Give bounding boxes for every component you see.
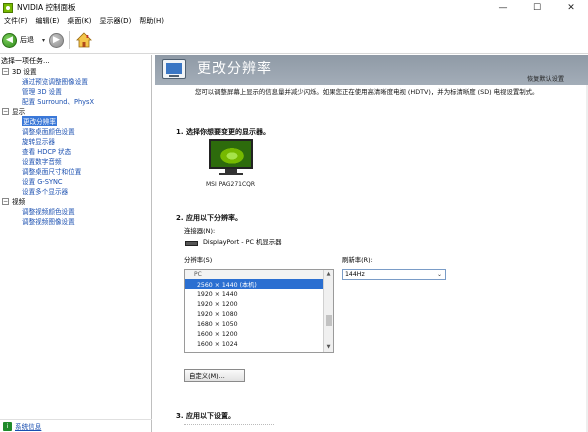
- title-bar: NVIDIA 控制面板 — ☐ ✕: [0, 0, 588, 15]
- resolution-option[interactable]: 1920 × 1440: [185, 289, 333, 299]
- scroll-up-icon[interactable]: ▲: [324, 270, 333, 279]
- resolution-label: 分辨率(S): [184, 256, 213, 264]
- monitor-base: [219, 173, 243, 175]
- customize-button[interactable]: 自定义(M)...: [184, 369, 245, 382]
- monitor-thumbnail[interactable]: [209, 139, 255, 179]
- tree-item-label: 调整视频颜色设置: [22, 208, 75, 216]
- arrow-right-icon: ▶: [53, 35, 60, 45]
- tree-item-label: 配置 Surround、PhysX: [22, 98, 94, 106]
- chevron-down-icon: ⌄: [436, 271, 442, 278]
- menu-help[interactable]: 帮助(H): [135, 16, 168, 26]
- tree-item-desktop-size[interactable]: 调整桌面尺寸和位置: [0, 166, 151, 176]
- section-3-title: 3. 应用以下设置。: [176, 412, 235, 420]
- toolbar-divider: [69, 31, 71, 49]
- tree-item-digital-audio[interactable]: 设置数字音频: [0, 156, 151, 166]
- home-icon: [75, 32, 92, 48]
- scroll-down-icon[interactable]: ▼: [324, 343, 333, 352]
- display-settings-icon: [162, 59, 186, 79]
- content-pane: 更改分辨率 恢复默认设置 您可以调整屏幕上显示的信息量并减少闪烁。如果您正在使用…: [155, 55, 588, 432]
- home-button[interactable]: [75, 32, 92, 49]
- tree-item-label: 调整桌面颜色设置: [22, 128, 75, 136]
- resolution-list-scrollbar[interactable]: ▲ ▼: [323, 270, 333, 352]
- collapse-icon[interactable]: −: [2, 197, 9, 205]
- tree-item-video-image[interactable]: 调整视频图像设置: [0, 216, 151, 226]
- resolution-list[interactable]: PC 2560 × 1440 (本机) 1920 × 1440 1920 × 1…: [184, 269, 334, 353]
- collapse-icon[interactable]: −: [2, 107, 9, 115]
- tree-category-display[interactable]: − 显示: [0, 106, 151, 116]
- tree-category-label: 显示: [12, 108, 26, 116]
- left-pane-footer: i 系统信息: [0, 419, 152, 432]
- displayport-icon: [185, 241, 198, 246]
- resolution-group-header: PC: [185, 270, 333, 279]
- maximize-button[interactable]: ☐: [520, 0, 554, 15]
- resolution-option[interactable]: 1680 × 1050: [185, 319, 333, 329]
- tree-category-label: 视频: [12, 198, 26, 206]
- tree-item-label: 调整桌面尺寸和位置: [22, 168, 82, 176]
- page-title: 更改分辨率: [197, 61, 272, 77]
- menu-file[interactable]: 文件(F): [0, 16, 32, 26]
- tree-item-label: 设置数字音频: [22, 158, 62, 166]
- tree-item-gsync[interactable]: 设置 G-SYNC: [0, 176, 151, 186]
- page-description: 您可以调整屏幕上显示的信息量并减少闪烁。如果您正在使用高清晰度电视 (HDTV)…: [195, 88, 539, 96]
- system-info-icon: i: [3, 421, 12, 431]
- monitor-name: MSI PAG271CQR: [206, 181, 256, 188]
- tree-item-rotate-display[interactable]: 旋转显示器: [0, 136, 151, 146]
- system-info-link[interactable]: 系统信息: [15, 421, 41, 431]
- arrow-left-icon: ◀: [6, 35, 13, 45]
- section-3-content-partial: [184, 424, 274, 432]
- resolution-option[interactable]: 1920 × 1200: [185, 299, 333, 309]
- resolution-option[interactable]: 1600 × 1200: [185, 329, 333, 339]
- restore-defaults-link[interactable]: 恢复默认设置: [527, 74, 564, 83]
- minimize-button[interactable]: —: [486, 0, 520, 15]
- tree-item-label: 调整视频图像设置: [22, 218, 75, 226]
- tree-item-desktop-color[interactable]: 调整桌面颜色设置: [0, 126, 151, 136]
- tree-category-video[interactable]: − 视频: [0, 196, 151, 206]
- tree-item-hdcp-status[interactable]: 查看 HDCP 状态: [0, 146, 151, 156]
- toolbar: ◀ 后退 ▾ ▶: [0, 27, 588, 54]
- tree-item-change-resolution[interactable]: 更改分辨率: [0, 116, 151, 126]
- back-button[interactable]: ◀: [2, 32, 17, 48]
- tree-item-preview-settings[interactable]: 通过预览调整图像设置: [0, 76, 151, 86]
- window-title: NVIDIA 控制面板: [17, 3, 76, 12]
- collapse-icon[interactable]: −: [2, 67, 9, 75]
- section-1-title: 1. 选择你想要变更的显示器。: [176, 128, 270, 136]
- tree-item-label: 查看 HDCP 状态: [22, 148, 72, 156]
- task-pane: 选择一项任务... − 3D 设置 通过预览调整图像设置 管理 3D 设置 配置…: [0, 55, 152, 432]
- refresh-rate-value: 144Hz: [345, 271, 365, 278]
- task-pane-header: 选择一项任务...: [1, 56, 50, 65]
- refresh-rate-label: 刷新率(R):: [342, 256, 373, 264]
- nvidia-display-icon: [209, 139, 253, 169]
- resolution-option[interactable]: 1920 × 1080: [185, 309, 333, 319]
- tree-item-label: 通过预览调整图像设置: [22, 78, 88, 86]
- scroll-thumb[interactable]: [326, 315, 332, 326]
- tree-item-label: 更改分辨率: [22, 116, 57, 126]
- section-2-title: 2. 应用以下分辨率。: [176, 214, 242, 222]
- resolution-option[interactable]: 1600 × 1024: [185, 339, 333, 349]
- back-label[interactable]: 后退: [20, 35, 34, 45]
- tree-item-manage-3d[interactable]: 管理 3D 设置: [0, 86, 151, 96]
- connector-label: 连接器(N):: [184, 227, 216, 235]
- tree-item-label: 设置 G-SYNC: [22, 178, 63, 186]
- task-tree: − 3D 设置 通过预览调整图像设置 管理 3D 设置 配置 Surround、…: [0, 66, 151, 226]
- page-banner: 更改分辨率 恢复默认设置: [155, 55, 588, 85]
- nvidia-logo-icon: [3, 2, 13, 13]
- tree-category-label: 3D 设置: [12, 68, 37, 76]
- tree-item-label: 设置多个显示器: [22, 188, 69, 196]
- tree-item-label: 旋转显示器: [22, 138, 55, 146]
- menu-edit[interactable]: 编辑(E): [32, 16, 64, 26]
- menu-display[interactable]: 显示器(D): [95, 16, 135, 26]
- menu-desktop[interactable]: 桌面(K): [63, 16, 95, 26]
- forward-button[interactable]: ▶: [49, 32, 65, 48]
- resolution-option[interactable]: 2560 × 1440 (本机): [185, 279, 333, 289]
- tree-item-surround-physx[interactable]: 配置 Surround、PhysX: [0, 96, 151, 106]
- connector-value: DisplayPort - PC 机显示器: [203, 238, 282, 246]
- close-button[interactable]: ✕: [554, 0, 588, 15]
- refresh-rate-select[interactable]: 144Hz ⌄: [342, 269, 446, 280]
- tree-item-label: 管理 3D 设置: [22, 88, 62, 96]
- tree-item-multiple-displays[interactable]: 设置多个显示器: [0, 186, 151, 196]
- tree-category-3d[interactable]: − 3D 设置: [0, 66, 151, 76]
- history-dropdown-icon[interactable]: ▾: [42, 37, 45, 44]
- tree-item-video-color[interactable]: 调整视频颜色设置: [0, 206, 151, 216]
- menu-bar: 文件(F) 编辑(E) 桌面(K) 显示器(D) 帮助(H): [0, 15, 588, 27]
